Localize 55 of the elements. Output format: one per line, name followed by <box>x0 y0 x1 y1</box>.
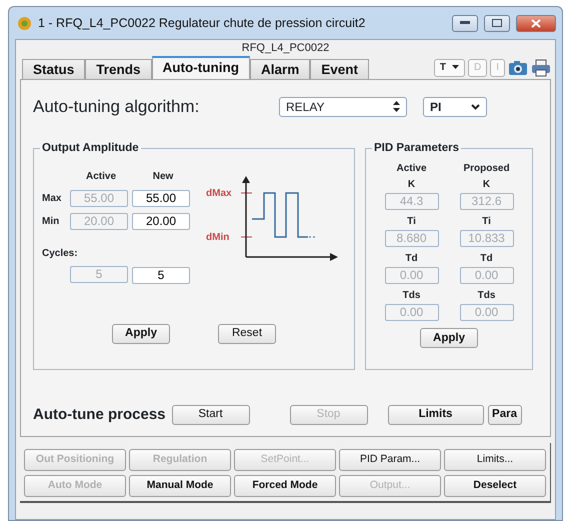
caret-icon <box>452 64 459 70</box>
row-label: Min <box>42 214 60 228</box>
param-label: Td <box>405 252 418 266</box>
group-title: Output Amplitude <box>40 140 141 154</box>
command-button[interactable]: Deselect <box>444 475 546 497</box>
mode-select[interactable]: PI <box>423 96 487 117</box>
command-button[interactable]: Limits... <box>444 449 546 471</box>
maximize-button[interactable] <box>484 14 510 32</box>
subtitle: RFQ_L4_PC0022 <box>240 41 330 56</box>
app-icon <box>17 16 32 30</box>
new-field[interactable]: 20.00 <box>132 212 190 230</box>
close-icon <box>531 18 541 28</box>
column-header: Active <box>84 170 117 184</box>
row-label: Max <box>42 192 62 206</box>
column-header: Active <box>396 162 426 176</box>
param-label: Ti <box>407 214 416 228</box>
process-button[interactable]: Para <box>488 404 522 425</box>
new-field[interactable]: 55.00 <box>132 190 190 206</box>
maximize-icon <box>492 19 502 27</box>
tab[interactable]: Status <box>22 59 86 79</box>
process-label: Auto-tune process <box>33 404 166 424</box>
tab[interactable]: Alarm <box>250 59 310 79</box>
param-label: Tds <box>478 288 496 302</box>
command-button[interactable]: Forced Mode <box>234 475 336 497</box>
process-button[interactable]: Start <box>172 404 250 425</box>
param-label: Tds <box>402 288 420 302</box>
group-title: PID Parameters <box>372 140 462 154</box>
algorithm-label: Auto-tuning algorithm: <box>33 96 200 118</box>
action-button[interactable]: Apply <box>112 324 170 344</box>
column-header: Proposed <box>463 162 510 176</box>
param-label: K <box>408 178 416 192</box>
param-label: Ti <box>482 214 491 228</box>
toolbar-dropdown[interactable]: T <box>434 59 465 77</box>
command-button[interactable]: PID Param... <box>339 449 441 471</box>
param-label: K <box>482 178 490 192</box>
tab[interactable]: Trends <box>85 59 152 79</box>
printer-icon[interactable] <box>531 59 551 77</box>
action-button[interactable]: Reset <box>218 324 276 344</box>
tab[interactable]: Auto-tuning <box>152 56 250 79</box>
close-button[interactable] <box>516 14 556 32</box>
column-header: New <box>152 170 174 184</box>
window-title: 1 - RFQ_L4_PC0022 Regulateur chute de pression circuit2 <box>38 14 366 32</box>
apply-button[interactable]: Apply <box>420 328 478 348</box>
spinner-arrows-icon <box>393 101 400 112</box>
command-button[interactable]: Manual Mode <box>129 475 231 497</box>
minimize-button[interactable] <box>452 14 478 32</box>
camera-icon[interactable] <box>508 60 528 76</box>
tab[interactable]: Event <box>310 59 370 79</box>
param-label: Td <box>480 252 493 266</box>
process-button[interactable]: Limits <box>388 404 484 425</box>
minimize-icon <box>460 21 470 25</box>
cycles-label: Cycles: <box>42 246 79 260</box>
caret-icon <box>471 104 480 110</box>
new-field[interactable]: 5 <box>132 266 190 284</box>
algorithm-select[interactable]: RELAY <box>279 96 407 117</box>
